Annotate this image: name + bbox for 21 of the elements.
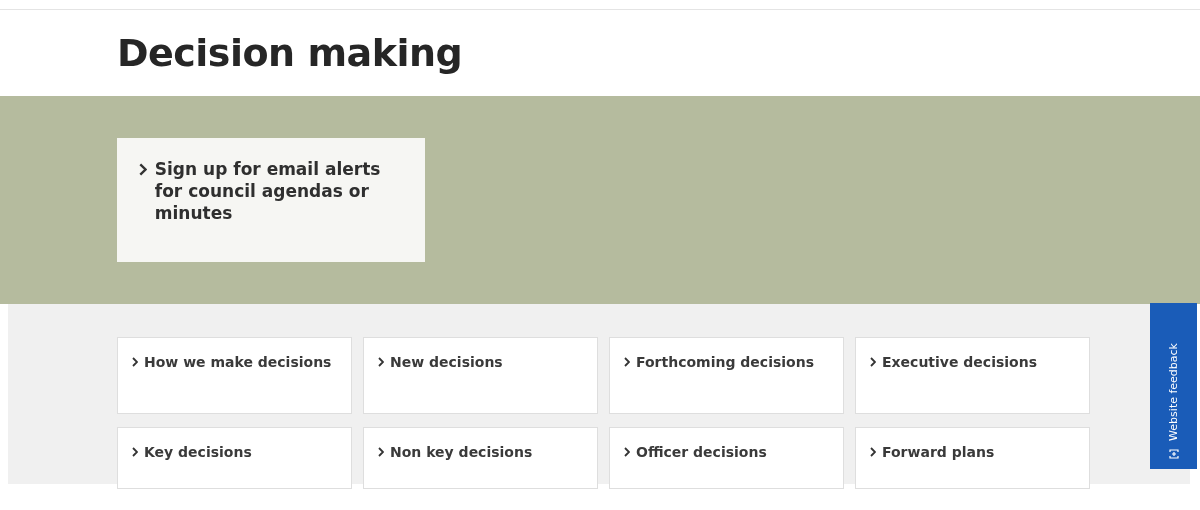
- chevron-icon: [624, 357, 630, 367]
- chevron-icon: [624, 447, 630, 457]
- decision-link-card[interactable]: Forthcoming decisions: [609, 337, 844, 414]
- chevron-icon: [870, 447, 876, 457]
- decision-link-card[interactable]: New decisions: [363, 337, 598, 414]
- decision-link-card[interactable]: How we make decisions: [117, 337, 352, 414]
- chevron-icon: [378, 447, 384, 457]
- page-title: Decision making: [117, 31, 463, 75]
- decision-link-card[interactable]: Officer decisions: [609, 427, 844, 489]
- decision-link-card[interactable]: Key decisions: [117, 427, 352, 489]
- chevron-icon: [132, 447, 138, 457]
- feedback-tab[interactable]: Website feedback: [1150, 303, 1197, 469]
- chevron-icon: [139, 163, 147, 176]
- chevron-icon: [378, 357, 384, 367]
- plus-icon: [1168, 449, 1179, 459]
- email-alerts-link[interactable]: Sign up for email alerts for council agendas or minutes: [117, 138, 425, 262]
- decision-link-card[interactable]: Forward plans: [855, 427, 1090, 489]
- decision-link-card[interactable]: Executive decisions: [855, 337, 1090, 414]
- chevron-icon: [132, 357, 138, 367]
- chevron-icon: [870, 357, 876, 367]
- decision-link-card[interactable]: Non key decisions: [363, 427, 598, 489]
